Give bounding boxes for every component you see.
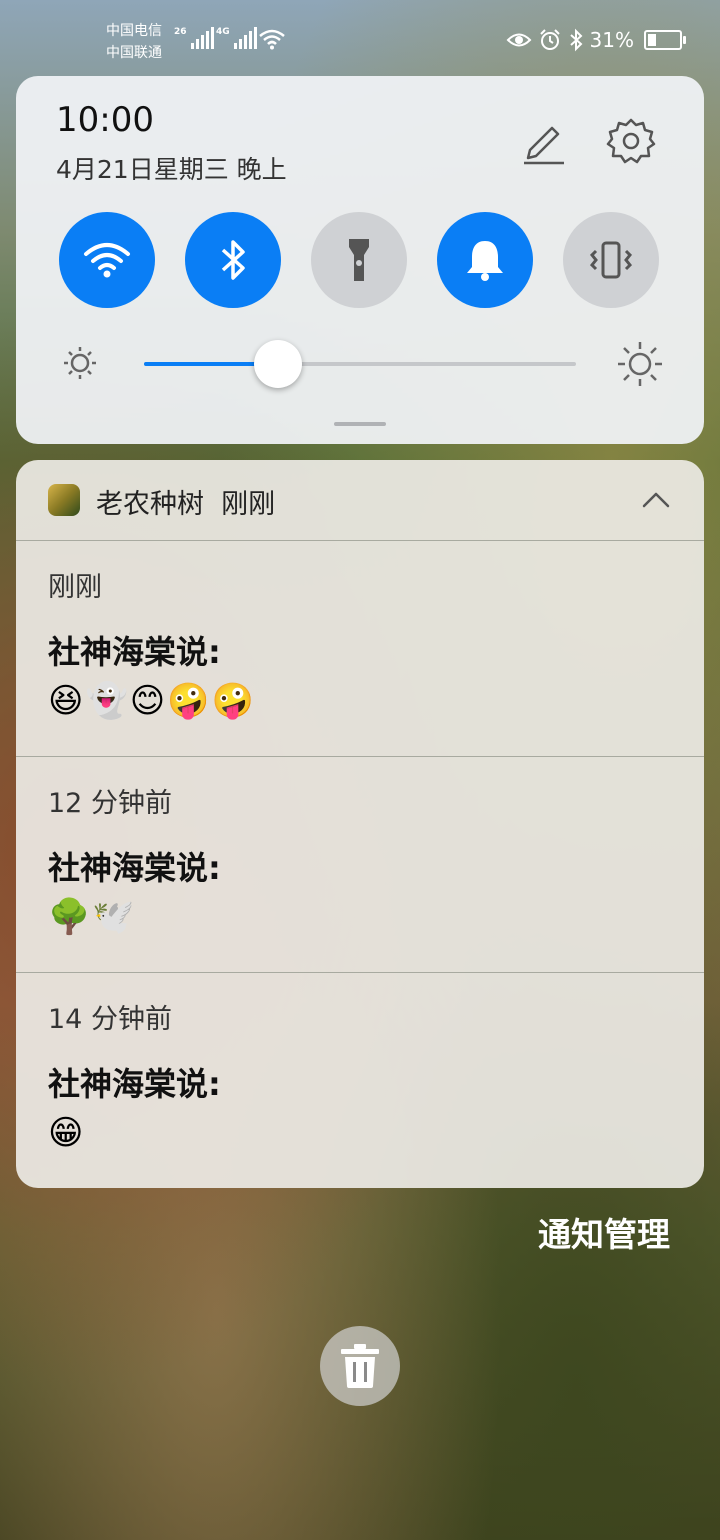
message-title: 社神海棠说: [48,1065,221,1103]
wifi-icon [84,243,130,278]
bell-icon [467,241,503,281]
vibrate-toggle[interactable] [563,212,659,308]
status-bar: 中国电信 中国联通 26 4G 31% [0,0,720,76]
battery-icon [644,30,686,50]
drag-handle[interactable] [334,422,386,426]
carrier-2: 中国联通 [106,45,162,61]
app-name: 老农种树 [96,489,204,520]
notification-card[interactable]: 老农种树 刚刚 刚刚 社神海棠说: 😆👻😊🤪🤪 12 分钟前 社神海棠说: 🌳🕊… [16,460,704,1188]
wifi-status-icon [259,29,285,50]
message-body: 😁 [48,1113,86,1153]
brightness-high-icon [618,342,662,386]
status-icons: 31% [506,28,686,52]
carrier-info: 中国电信 中国联通 [106,20,162,64]
sound-toggle[interactable] [437,212,533,308]
edit-button[interactable] [518,116,568,166]
chevron-up-icon [642,492,670,508]
notification-message[interactable]: 12 分钟前 社神海棠说: 🌳🕊️ [16,757,704,972]
bluetooth-toggle[interactable] [185,212,281,308]
brightness-low-icon [64,347,96,379]
app-title: 老农种树 刚刚 [96,482,275,521]
collapse-button[interactable] [638,482,674,518]
network-type-2: 4G [216,27,230,37]
brightness-slider[interactable] [144,340,576,388]
notification-manage-button[interactable]: 通知管理 [538,1208,670,1256]
message-title: 社神海棠说: [48,849,221,887]
flashlight-icon [349,239,369,281]
trash-icon [341,1344,379,1388]
clock-date: 4月21日星期三 晚上 [56,155,287,184]
app-time: 刚刚 [221,489,276,520]
notification-message[interactable]: 14 分钟前 社神海棠说: 😁 [16,973,704,1188]
message-time: 12 分钟前 [48,788,172,819]
wifi-toggle[interactable] [59,212,155,308]
bluetooth-icon [569,28,582,52]
message-body: 🌳🕊️ [48,897,137,937]
message-time: 14 分钟前 [48,1004,172,1035]
message-body: 😆👻😊🤪🤪 [48,681,256,721]
message-title: 社神海棠说: [48,633,221,671]
alarm-icon [539,29,560,50]
notification-message[interactable]: 刚刚 社神海棠说: 😆👻😊🤪🤪 [16,541,704,756]
message-time: 刚刚 [48,572,102,603]
signal-1-icon: 26 [174,27,214,49]
clock-time: 10:00 [56,100,154,140]
quick-settings-panel: 10:00 4月21日星期三 晚上 [16,76,704,444]
carrier-1: 中国电信 [106,23,162,39]
battery-fill [648,34,657,46]
app-icon [48,484,80,516]
network-type-1: 26 [174,27,187,37]
notification-header[interactable]: 老农种树 刚刚 [16,460,704,540]
pencil-icon [524,126,564,165]
settings-button[interactable] [606,116,656,166]
signal-2-icon: 4G [216,27,257,49]
vibrate-icon [589,241,633,279]
brightness-thumb[interactable] [253,340,302,388]
bluetooth-icon [221,240,245,280]
eye-comfort-icon [506,33,531,47]
flashlight-toggle[interactable] [311,212,407,308]
battery-percent: 31% [589,28,634,52]
gear-icon [606,118,656,164]
clear-all-button[interactable] [320,1326,400,1406]
